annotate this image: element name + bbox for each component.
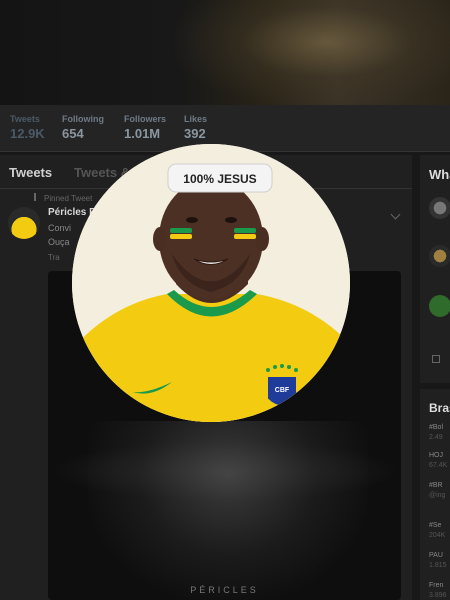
tab-tweets[interactable]: Tweets — [9, 165, 52, 180]
trends-heading: Bras — [429, 401, 450, 415]
pin-icon — [34, 193, 40, 201]
profile-picture-large[interactable]: 100% JESUS CBF — [72, 144, 350, 422]
trend-item[interactable]: #Bol 2.49 — [429, 423, 443, 443]
trend-count: 3.896 — [429, 592, 447, 599]
right-eye — [225, 217, 237, 223]
face-paint-yellow-right — [234, 234, 256, 239]
trends-panel: Bras #Bol 2.49 HOJ 67.4K #BR @ing #Se 20… — [420, 383, 450, 600]
profile-photo: 100% JESUS CBF — [72, 144, 350, 422]
trend-item[interactable]: Fren 3.896 — [429, 581, 447, 600]
right-ear — [255, 227, 269, 251]
chevron-down-icon[interactable] — [390, 209, 401, 220]
trend-item[interactable]: PAU 1.815 — [429, 551, 447, 571]
profile-banner — [0, 0, 450, 105]
stat-likes[interactable]: Likes 392 — [184, 114, 207, 141]
face-paint-yellow-left — [170, 234, 192, 239]
left-eye — [186, 217, 198, 223]
trend-count: 2.49 — [429, 434, 443, 441]
stat-value: 654 — [62, 126, 84, 141]
suggested-avatar[interactable] — [429, 197, 450, 219]
trend-count: 1.815 — [429, 562, 447, 569]
banner-image — [175, 0, 450, 105]
people-icon — [432, 355, 440, 363]
stat-tweets[interactable]: Tweets 12.9K — [10, 114, 45, 141]
suggested-avatar[interactable] — [429, 295, 450, 317]
pinned-tweet-label: Pinned Tweet — [34, 193, 92, 203]
face-paint-green-right — [234, 228, 256, 233]
trend-item[interactable]: HOJ 67.4K — [429, 451, 447, 471]
stat-followers[interactable]: Followers 1.01M — [124, 114, 166, 141]
trend-item[interactable]: #BR @ing — [429, 481, 445, 501]
trend-item[interactable]: #Se 204K — [429, 521, 445, 541]
stat-value: 1.01M — [124, 126, 161, 141]
media-figure — [88, 421, 368, 600]
trend-count: 204K — [429, 532, 446, 539]
trend-tag: HOJ — [429, 452, 443, 459]
trend-count: @ing — [429, 492, 446, 499]
stat-value: 392 — [184, 126, 206, 141]
media-caption: PÉRICLES — [190, 585, 259, 595]
left-ear — [153, 227, 167, 251]
trend-tag: #Bol — [429, 424, 444, 431]
trend-tag: #BR — [429, 482, 443, 489]
stat-following[interactable]: Following 654 — [62, 114, 104, 141]
trend-count: 67.4K — [429, 462, 448, 469]
stat-label: Following — [62, 114, 104, 124]
avatar[interactable] — [8, 207, 40, 239]
stat-value: 12.9K — [10, 126, 45, 141]
trend-tag: Fren — [429, 582, 444, 589]
stat-label: Followers — [124, 114, 167, 124]
trend-tag: #Se — [429, 522, 442, 529]
pinned-label-text: Pinned Tweet — [44, 194, 93, 203]
translate-link[interactable]: Tra — [48, 253, 60, 262]
who-to-follow-heading: Wha — [429, 167, 450, 182]
trend-tag: PAU — [429, 552, 443, 559]
crest-lettering: CBF — [275, 387, 290, 394]
stat-label: Likes — [184, 114, 208, 124]
headband-text: 100% JESUS — [183, 172, 256, 186]
suggested-avatar[interactable] — [429, 245, 450, 267]
stat-label: Tweets — [10, 114, 40, 124]
face-paint-green-left — [170, 228, 192, 233]
